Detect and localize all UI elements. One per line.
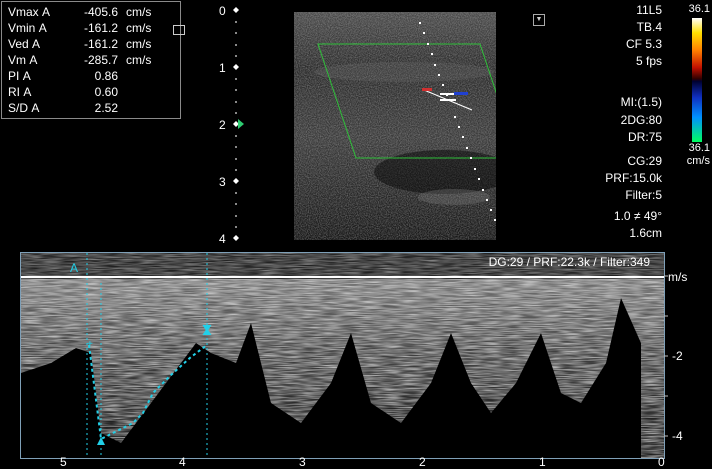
param-gate: 1.6cm xyxy=(629,226,662,240)
depth-tick-major xyxy=(233,7,239,13)
spectral-doppler-panel[interactable]: + A DG:29 / PRF:22.3k / Filter:349 xyxy=(20,252,665,459)
measurement-label: Vmin xyxy=(8,21,36,35)
colorbar-top-value: 36.1 xyxy=(688,3,710,15)
depth-label-3: 3 xyxy=(219,175,226,189)
measurement-value: -161.2 xyxy=(83,21,118,35)
colorbar-unit: cm/s xyxy=(686,155,710,167)
depth-tick-major xyxy=(233,64,239,70)
color-velocity-bar xyxy=(692,18,702,142)
time-tick: 1 xyxy=(539,455,546,469)
depth-label-2: 2 xyxy=(219,118,226,132)
measurement-value: 0.60 xyxy=(94,85,118,99)
measurement-label: Vmax xyxy=(8,5,39,19)
measurement-unit: cm/s xyxy=(126,37,152,51)
freeze-icon[interactable]: ▼ xyxy=(533,14,545,26)
measurement-value: 2.52 xyxy=(94,101,118,115)
measurement-table: Vmax A -405.6 cm/s Vmin A -161.2 cm/s Ve… xyxy=(1,1,181,119)
param-mi: MI:(1.5) xyxy=(620,95,662,109)
depth-label-4: 4 xyxy=(219,232,226,246)
color-box[interactable] xyxy=(317,43,496,159)
velocity-tick: -2 xyxy=(672,349,683,363)
measurement-expand-box[interactable] xyxy=(173,25,185,35)
param-cf: CF 5.3 xyxy=(625,37,662,51)
measurement-unit: cm/s xyxy=(126,53,152,67)
doppler-cursor-line[interactable] xyxy=(419,22,496,221)
trace-start-marker: + xyxy=(87,339,93,350)
param-angle: 1.0 ≠ 49° xyxy=(613,209,662,223)
depth-tick-major xyxy=(233,235,239,241)
param-dr: DR:75 xyxy=(627,130,662,144)
measurement-unit: cm/s xyxy=(126,5,152,19)
measurement-value: 0.86 xyxy=(94,69,118,83)
measurement-label: Vm xyxy=(8,53,26,67)
measurement-label: PI xyxy=(8,69,20,83)
measurement-value: -285.7 xyxy=(83,53,118,67)
depth-scale-ticks xyxy=(233,7,244,241)
measurement-unit: cm/s xyxy=(126,21,152,35)
time-tick: 0 xyxy=(658,455,665,469)
time-tick: 3 xyxy=(299,455,306,469)
measurement-value: -161.2 xyxy=(83,37,118,51)
spectral-waveform: + xyxy=(21,253,664,458)
spectral-header: DG:29 / PRF:22.3k / Filter:349 xyxy=(488,255,650,269)
measurement-label: S/D xyxy=(8,101,29,115)
measurement-tag: A xyxy=(29,53,38,67)
measurement-tag: A xyxy=(32,37,41,51)
spectral-cursor-label: A xyxy=(70,261,79,275)
param-2dg: 2DG:80 xyxy=(620,113,662,127)
measurement-tag: A xyxy=(22,69,31,83)
param-fps: 5 fps xyxy=(635,54,662,68)
colorbar-bottom-value: 36.1 xyxy=(688,142,710,154)
measurement-label: RI xyxy=(8,85,20,99)
color-roi-overlay[interactable] xyxy=(294,12,496,240)
velocity-tick: -4 xyxy=(672,429,683,443)
depth-label-0: 0 xyxy=(219,4,226,18)
focus-marker-icon[interactable] xyxy=(238,119,244,129)
measurement-tag: A xyxy=(23,85,32,99)
measurement-tag: A xyxy=(31,101,40,115)
param-probe: 11L5 xyxy=(636,3,662,17)
param-cg: CG:29 xyxy=(627,154,662,168)
param-filter: Filter:5 xyxy=(625,188,662,202)
measurement-label: Ved xyxy=(8,37,29,51)
measurement-value: -405.6 xyxy=(83,5,118,19)
velocity-axis-ticks xyxy=(664,275,668,437)
param-ti: TB.4 xyxy=(636,20,662,34)
time-tick: 2 xyxy=(419,455,426,469)
param-prf: PRF:15.0k xyxy=(605,171,662,185)
sample-gate[interactable] xyxy=(422,88,473,111)
depth-tick-major xyxy=(233,178,239,184)
time-tick: 4 xyxy=(179,455,186,469)
depth-label-1: 1 xyxy=(219,61,226,75)
time-tick: 5 xyxy=(60,455,67,469)
